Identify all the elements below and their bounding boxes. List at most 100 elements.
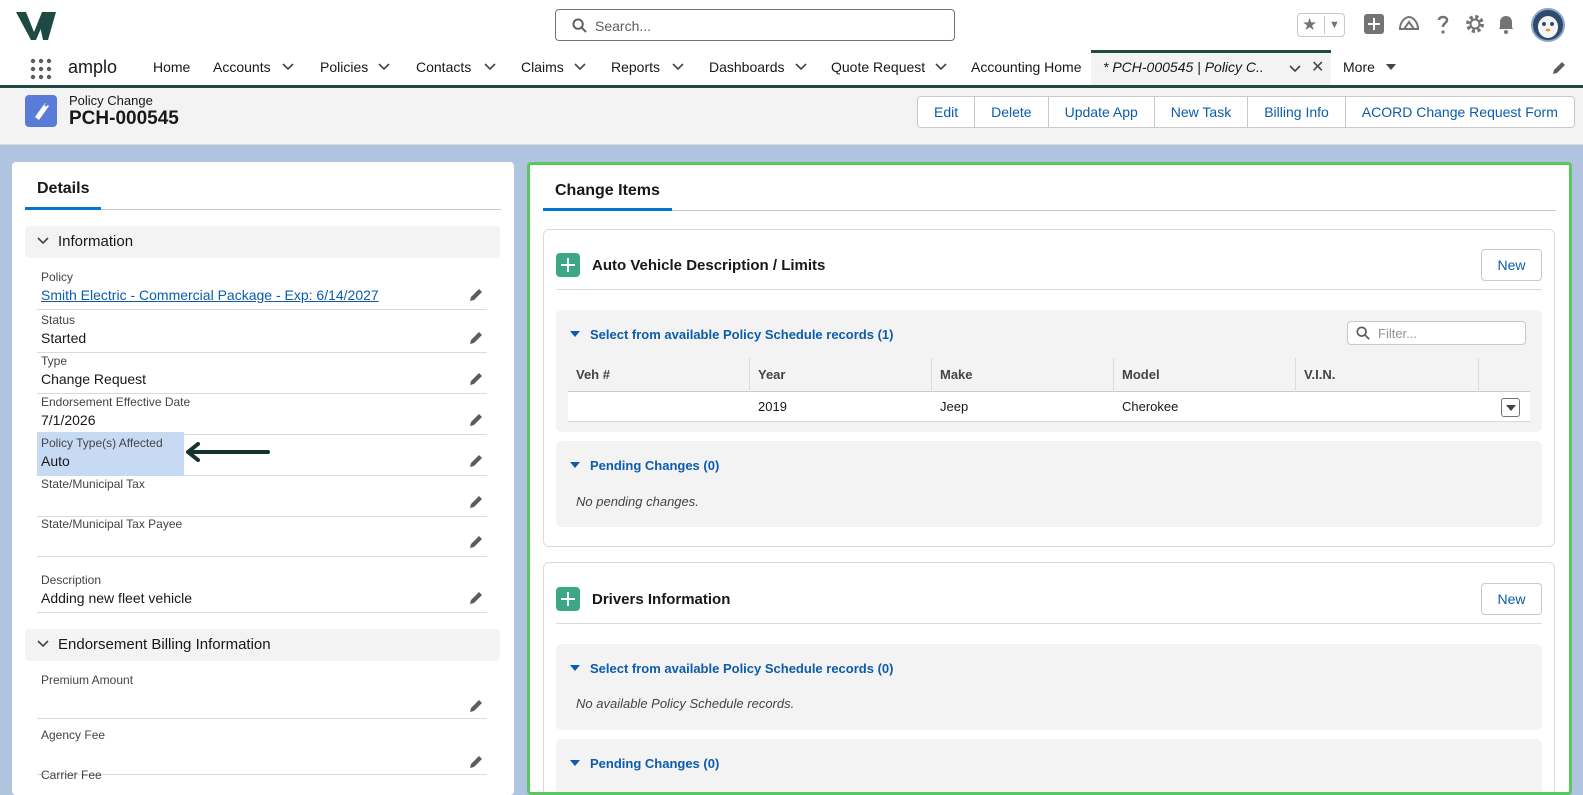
bell-icon[interactable] [1494, 12, 1518, 36]
section-information[interactable]: Information [25, 226, 500, 258]
cell-model: Cherokee [1122, 399, 1179, 414]
tab-change-items[interactable]: Change Items [543, 165, 672, 211]
app-launcher-icon[interactable] [29, 57, 53, 81]
chevron-down-icon[interactable] [935, 63, 947, 71]
pending-changes-toggle[interactable]: Pending Changes (0) [590, 458, 719, 473]
nav-item-accounts[interactable]: Accounts [213, 50, 297, 85]
cell-vin [1296, 392, 1479, 422]
column-model[interactable]: Model [1114, 358, 1296, 392]
nav-item-dashboards[interactable]: Dashboards [709, 50, 807, 85]
new-task-button[interactable]: New Task [1153, 97, 1247, 127]
nav-item-policies[interactable]: Policies [320, 50, 392, 85]
filter-input[interactable]: Filter... [1347, 321, 1526, 345]
block-divider [556, 289, 1542, 290]
pencil-icon[interactable] [469, 454, 483, 468]
new-button[interactable]: New [1481, 583, 1542, 615]
pencil-icon[interactable] [469, 535, 483, 549]
field-status: Status Started [37, 313, 487, 353]
tab-pch-000545[interactable]: * PCH-000545 | Policy C... ✕ [1091, 50, 1331, 85]
close-icon[interactable]: ✕ [1311, 59, 1324, 77]
update-app-button[interactable]: Update App [1047, 97, 1154, 127]
pencil-icon[interactable] [469, 755, 483, 769]
field-label: Carrier Fee [41, 768, 102, 782]
pencil-icon[interactable] [469, 331, 483, 345]
search-input[interactable]: Search... [555, 9, 955, 41]
nav-item-home[interactable]: Home [153, 50, 190, 85]
add-icon[interactable] [1362, 12, 1386, 36]
collapse-triangle-icon[interactable] [570, 330, 580, 338]
chevron-down-icon[interactable] [282, 63, 294, 71]
pencil-icon[interactable] [1552, 61, 1566, 75]
schedule-records-toggle[interactable]: Select from available Policy Schedule re… [590, 661, 893, 676]
field-value: Started [41, 330, 87, 346]
trailhead-icon[interactable] [1397, 12, 1421, 36]
nav-item-more[interactable]: More [1343, 50, 1375, 85]
chevron-down-icon[interactable] [378, 63, 390, 71]
schedule-records-panel: Select from available Policy Schedule re… [556, 310, 1542, 432]
nav-item-label: Reports [611, 59, 661, 75]
column-year[interactable]: Year [750, 358, 932, 392]
pencil-icon[interactable] [469, 413, 483, 427]
section-title: Information [58, 233, 134, 250]
nav-item-label: Contacts [416, 59, 472, 75]
gear-icon[interactable] [1463, 12, 1487, 36]
nav-item-accounting-home[interactable]: Accounting Home [971, 50, 1082, 85]
field-value: Change Request [41, 371, 147, 387]
chevron-down-icon[interactable] [484, 63, 496, 71]
favorites-button[interactable]: ★ ▼ [1297, 13, 1345, 37]
nav-item-claims[interactable]: Claims [521, 50, 587, 85]
details-card: Details Information Policy Smith Electri… [12, 162, 514, 795]
schedule-records-toggle[interactable]: Select from available Policy Schedule re… [590, 327, 893, 342]
billing-info-button[interactable]: Billing Info [1247, 97, 1345, 127]
field-label: State/Municipal Tax Payee [41, 517, 183, 531]
new-button[interactable]: New [1481, 249, 1542, 281]
pencil-icon[interactable] [469, 288, 483, 302]
pencil-icon[interactable] [469, 699, 483, 713]
nav-item-quote-request[interactable]: Quote Request [831, 50, 949, 85]
chevron-down-icon[interactable] [795, 63, 807, 71]
section-endorsement-billing[interactable]: Endorsement Billing Information [25, 629, 500, 661]
pending-changes-panel: Pending Changes (0) No pending changes. [556, 441, 1542, 527]
nav-item-label: Quote Request [831, 59, 926, 75]
nav-item-reports[interactable]: Reports [611, 50, 685, 85]
policy-change-icon [25, 95, 57, 127]
logo-icon[interactable] [14, 8, 58, 42]
row-action-icon[interactable] [1501, 398, 1520, 417]
column-make[interactable]: Make [932, 358, 1114, 392]
field-state-municipal-tax: State/Municipal Tax [37, 477, 487, 517]
block-divider [556, 623, 1542, 624]
chevron-down-icon[interactable]: ▼ [1329, 17, 1340, 33]
nav-item-label: More [1343, 59, 1375, 75]
help-icon[interactable] [1431, 12, 1455, 36]
record-name: PCH-000545 [69, 108, 179, 129]
field-label: Endorsement Effective Date [41, 395, 191, 409]
chevron-down-icon[interactable] [672, 63, 684, 71]
collapse-triangle-icon[interactable] [570, 461, 580, 469]
field-policy: Policy Smith Electric - Commercial Packa… [37, 270, 487, 310]
pending-changes-toggle[interactable]: Pending Changes (0) [590, 756, 719, 771]
chevron-down-icon[interactable] [1289, 65, 1301, 73]
avatar[interactable] [1531, 8, 1565, 42]
collapse-triangle-icon[interactable] [570, 759, 580, 767]
star-icon[interactable]: ★ [1302, 15, 1317, 35]
pencil-icon[interactable] [469, 591, 483, 605]
column-vin[interactable]: V.I.N. [1296, 358, 1479, 392]
edit-button[interactable]: Edit [918, 97, 974, 127]
field-label: Type [41, 354, 68, 368]
field-label: Description [41, 573, 102, 587]
table-header: Veh # Year Make Model V.I.N. [568, 358, 1530, 392]
collapse-triangle-icon[interactable] [570, 664, 580, 672]
tab-details[interactable]: Details [25, 162, 102, 210]
chevron-down-icon[interactable] [1385, 63, 1397, 71]
policy-link[interactable]: Smith Electric - Commercial Package - Ex… [41, 287, 379, 303]
block-title: Drivers Information [592, 591, 731, 608]
delete-button[interactable]: Delete [974, 97, 1047, 127]
change-items-tabbar: Change Items [543, 165, 1556, 211]
nav-item-label: Accounting Home [971, 59, 1082, 75]
pencil-icon[interactable] [469, 495, 483, 509]
pencil-icon[interactable] [469, 372, 483, 386]
chevron-down-icon[interactable] [574, 63, 586, 71]
column-veh-number[interactable]: Veh # [568, 358, 750, 392]
acord-change-request-form-button[interactable]: ACORD Change Request Form [1344, 97, 1574, 127]
nav-item-contacts[interactable]: Contacts [416, 50, 498, 85]
